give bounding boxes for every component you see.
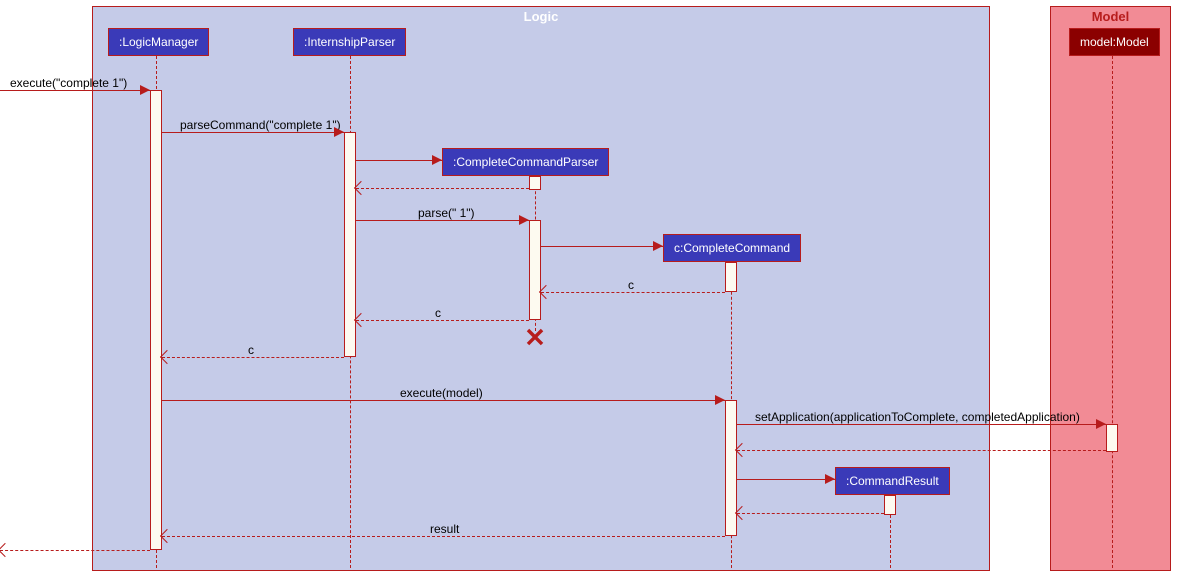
msg-set-application: setApplication(applicationToComplete, co… (755, 410, 1080, 424)
msg-c-2: c (435, 306, 441, 320)
arrowhead-m7 (715, 395, 725, 405)
arrow-create-ccp (356, 160, 442, 161)
arrow-m7 (162, 400, 725, 401)
activation-model (1106, 424, 1118, 452)
arrowhead-m8 (1096, 419, 1106, 429)
arrow-return-model (737, 450, 1106, 451)
msg-parse-command: parseCommand("complete 1") (180, 118, 341, 132)
msg-execute-complete: execute("complete 1") (10, 76, 127, 90)
msg-c-3: c (248, 343, 254, 357)
arrow-m6 (162, 357, 344, 358)
arrow-m9 (162, 536, 725, 537)
arrowhead-return-external (0, 543, 12, 557)
msg-c-1: c (628, 278, 634, 292)
activation-ccp-2 (529, 220, 541, 320)
participant-command-result: :CommandResult (835, 467, 950, 495)
model-container: Model (1050, 6, 1171, 571)
destroy-complete-command-parser: ✕ (524, 323, 546, 354)
logic-container-label: Logic (524, 9, 559, 24)
arrow-m4 (541, 292, 725, 293)
msg-execute-model: execute(model) (400, 386, 483, 400)
arrow-create-cr (737, 479, 835, 480)
participant-model-model: model:Model (1069, 28, 1160, 56)
participant-internship-parser: :InternshipParser (293, 28, 406, 56)
activation-ccp-1 (529, 176, 541, 190)
activation-logic-manager (150, 90, 162, 550)
arrowhead-m2 (334, 127, 344, 137)
msg-parse-1: parse(" 1") (418, 206, 475, 220)
participant-complete-command-parser: :CompleteCommandParser (442, 148, 609, 176)
arrowhead-m3 (519, 215, 529, 225)
arrow-create-cc (541, 246, 663, 247)
arrow-return-cr (737, 513, 884, 514)
arrowhead-create-cc (653, 241, 663, 251)
model-container-label: Model (1092, 9, 1130, 24)
arrowhead-create-ccp (432, 155, 442, 165)
arrow-m5 (356, 320, 529, 321)
arrow-m1 (0, 90, 150, 91)
arrow-m2 (162, 132, 344, 133)
activation-internship-parser (344, 132, 356, 357)
arrow-return-ccp-init (356, 188, 529, 189)
arrow-m3 (356, 220, 529, 221)
activation-cc-1 (725, 262, 737, 292)
activation-cr (884, 495, 896, 515)
participant-logic-manager: :LogicManager (108, 28, 209, 56)
arrowhead-m1 (140, 85, 150, 95)
lifeline-model-model (1112, 56, 1113, 568)
arrowhead-create-cr (825, 474, 835, 484)
msg-result: result (430, 522, 459, 536)
arrow-m8 (737, 424, 1106, 425)
activation-cc-2 (725, 400, 737, 536)
participant-complete-command: c:CompleteCommand (663, 234, 801, 262)
arrow-return-external (0, 550, 150, 551)
